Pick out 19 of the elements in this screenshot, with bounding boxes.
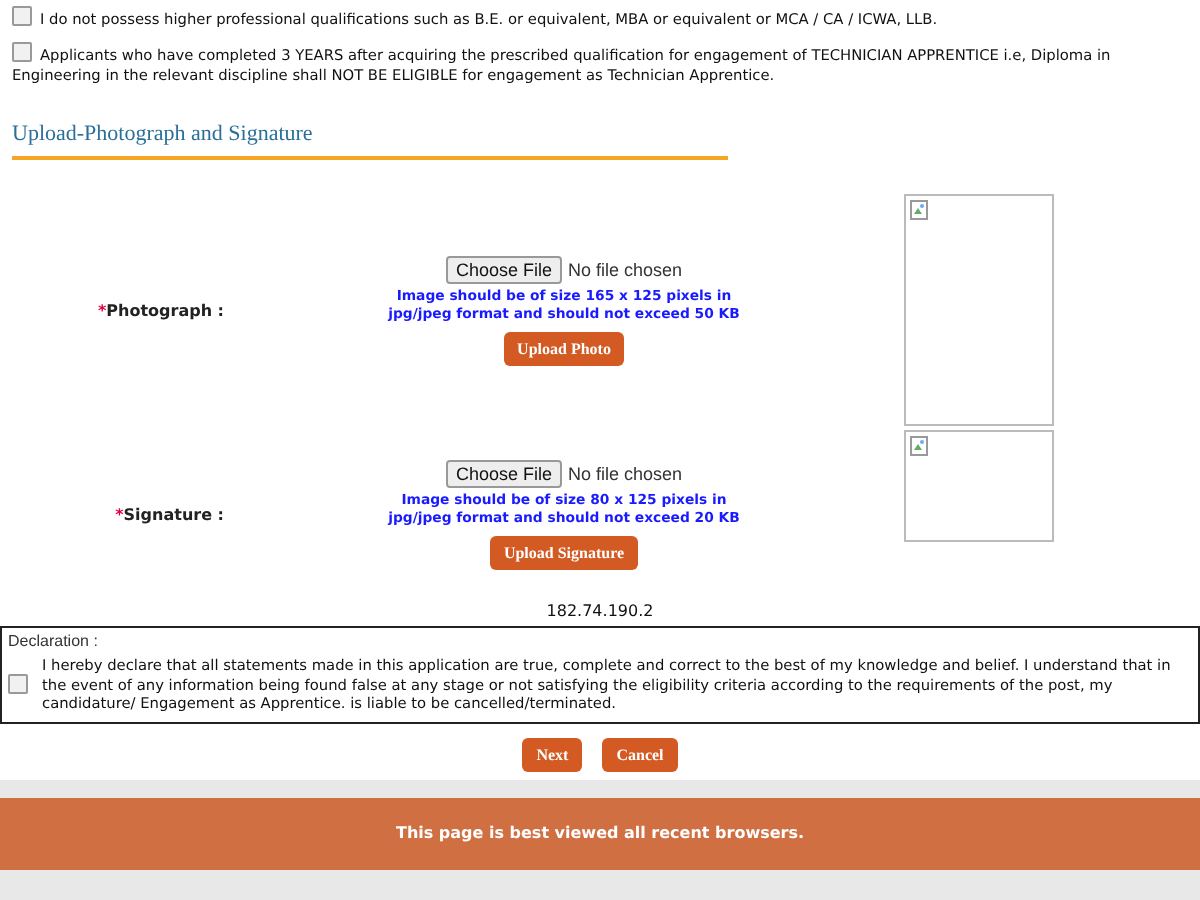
field-label: *Signature : [113, 505, 224, 523]
upload-button[interactable]: Upload Signature [489, 535, 639, 569]
ip-address: 182.74.190.2 [544, 602, 656, 620]
field-label: *Photograph : [95, 301, 224, 319]
section-title: Upload-Photograph and Signature [12, 122, 728, 160]
choose-file-button[interactable]: Choose File [445, 255, 562, 283]
declaration-title: Declaration : [8, 632, 100, 650]
broken-image-icon [910, 436, 928, 456]
file-status: No file chosen [567, 463, 683, 483]
next-button[interactable]: Next [522, 737, 583, 771]
file-status: No file chosen [567, 259, 683, 279]
choose-file-button[interactable]: Choose File [445, 459, 562, 487]
upload-button[interactable]: Upload Photo [503, 331, 625, 365]
broken-image-icon [910, 200, 928, 220]
checkbox[interactable] [12, 42, 32, 62]
cancel-button[interactable]: Cancel [602, 737, 678, 771]
footer-note: This page is best viewed all recent browsers. [0, 797, 1200, 869]
checkbox[interactable] [12, 6, 32, 26]
checkbox[interactable] [8, 674, 28, 695]
